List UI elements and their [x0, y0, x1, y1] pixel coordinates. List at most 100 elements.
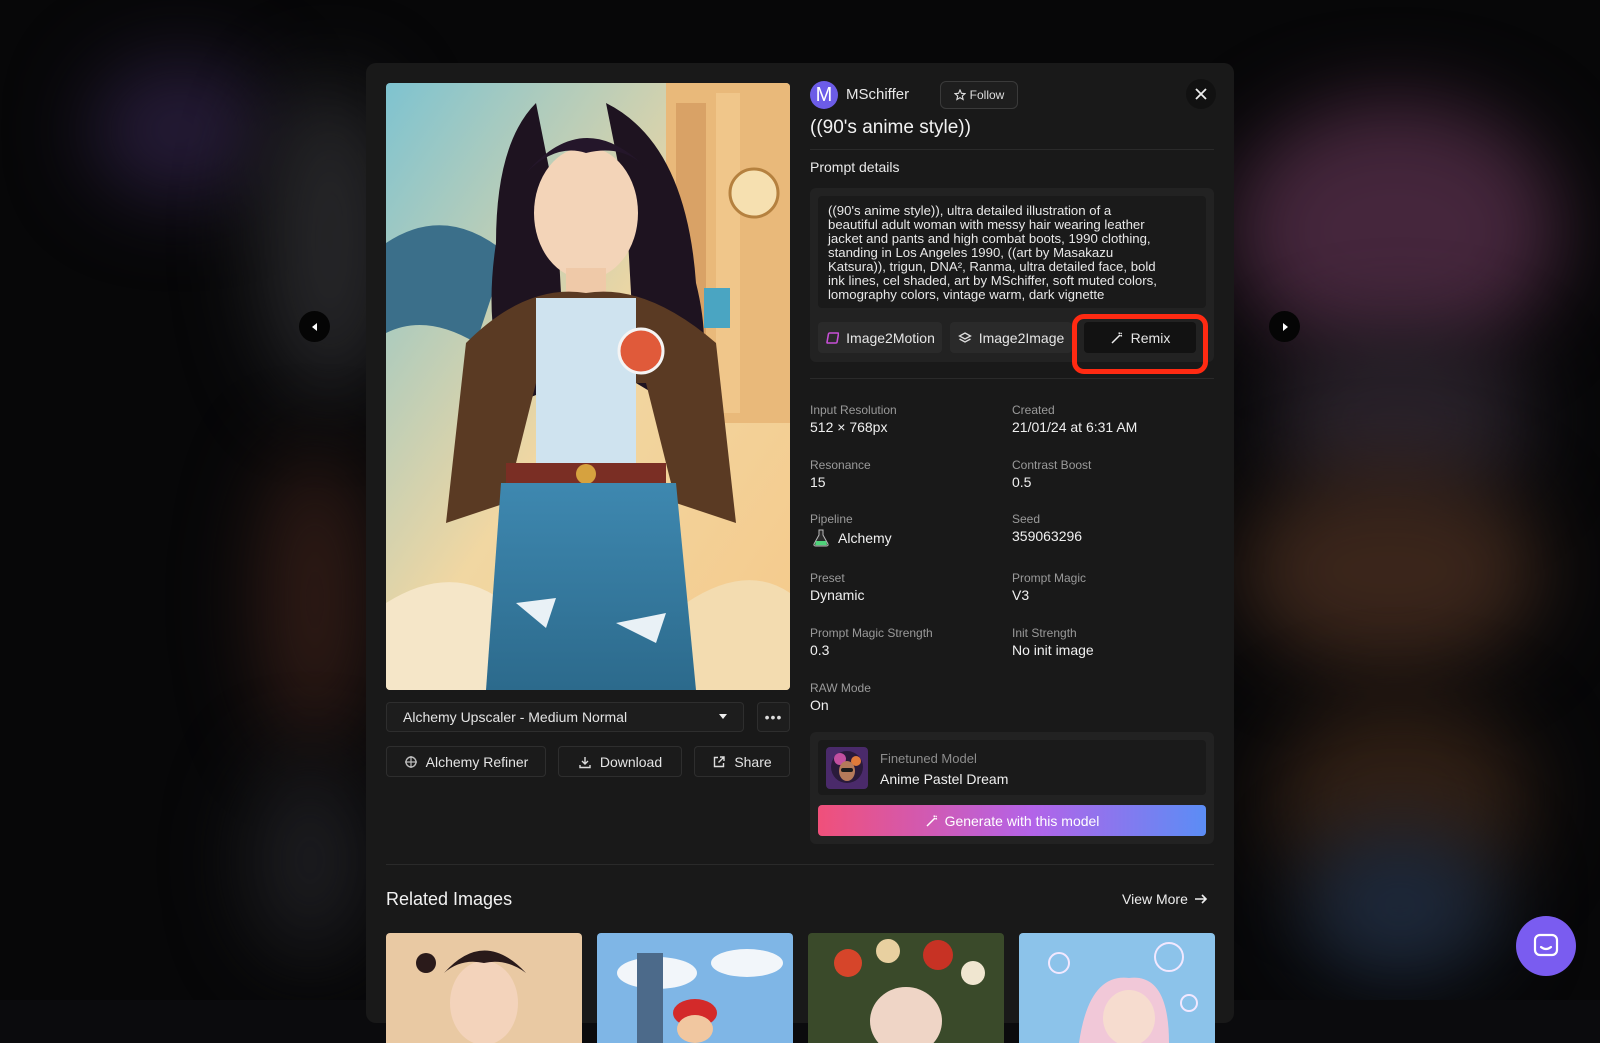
- pipeline-value-row: Alchemy: [810, 527, 1000, 549]
- divider: [810, 149, 1214, 150]
- init-strength-label: Init Strength: [1012, 626, 1077, 640]
- share-label: Share: [734, 753, 772, 770]
- prompt-line: ((90's anime style)), ultra detailed ill…: [828, 203, 1112, 218]
- prompt-magic-strength-value: 0.3: [810, 642, 830, 658]
- ellipsis-icon: •••: [764, 709, 783, 725]
- download-label: Download: [599, 753, 663, 770]
- seed-item: Seed 359063296: [1012, 512, 1202, 545]
- prompt-line: ink lines, cel shaded, art by MSchiffer,…: [828, 273, 1157, 288]
- star-icon: [953, 89, 966, 101]
- model-thumbnail: [826, 747, 868, 789]
- finetuned-model-panel: Finetuned Model Anime Pastel Dream Gener…: [810, 732, 1214, 844]
- prompt-magic-item: Prompt Magic V3: [1012, 571, 1202, 604]
- view-more-label: View More: [1122, 891, 1188, 907]
- share-button[interactable]: Share: [694, 746, 790, 777]
- preset-item: Preset Dynamic: [810, 571, 1000, 604]
- image2motion-label: Image2Motion: [846, 329, 935, 346]
- previous-image-button[interactable]: [299, 311, 330, 342]
- close-button[interactable]: [1186, 79, 1216, 109]
- download-icon: [579, 756, 591, 768]
- arrow-right-icon: [1194, 894, 1208, 904]
- created-value: 21/01/24 at 6:31 AM: [1012, 419, 1138, 435]
- preset-label: Preset: [810, 571, 845, 585]
- refiner-icon: [404, 755, 417, 768]
- resonance-value: 15: [810, 474, 826, 490]
- preset-value: Dynamic: [810, 587, 865, 603]
- upscaler-selected-value: Alchemy Upscaler - Medium Normal: [403, 709, 628, 725]
- pipeline-value: Alchemy: [838, 530, 892, 546]
- pipeline-item: Pipeline Alchemy: [810, 512, 1000, 549]
- generate-label: Generate with this model: [944, 812, 1100, 829]
- finetuned-model-name: Anime Pastel Dream: [880, 771, 1009, 787]
- related-image-thumbnail[interactable]: [597, 933, 793, 1043]
- prompt-magic-strength-item: Prompt Magic Strength 0.3: [810, 626, 1000, 659]
- divider: [386, 864, 1214, 865]
- init-strength-value: No init image: [1012, 642, 1094, 658]
- finetuned-model-card[interactable]: Finetuned Model Anime Pastel Dream: [818, 740, 1206, 795]
- created-item: Created 21/01/24 at 6:31 AM: [1012, 403, 1202, 436]
- related-image-thumbnail[interactable]: [808, 933, 1004, 1043]
- raw-mode-label: RAW Mode: [810, 681, 871, 695]
- image2image-label: Image2Image: [978, 329, 1065, 346]
- image-detail-modal: Alchemy Upscaler - Medium Normal ••• Alc…: [366, 63, 1234, 1043]
- init-strength-item: Init Strength No init image: [1012, 626, 1202, 659]
- author-name[interactable]: MSchiffer: [846, 86, 909, 103]
- remix-highlight-annotation: [1072, 314, 1208, 374]
- download-button[interactable]: Download: [558, 746, 682, 777]
- alchemy-refiner-label: Alchemy Refiner: [425, 753, 529, 770]
- image2image-button[interactable]: Image2Image: [950, 322, 1072, 353]
- view-more-link[interactable]: View More: [1122, 891, 1208, 907]
- magic-wand-icon: [926, 814, 937, 827]
- author-avatar[interactable]: M: [810, 81, 838, 109]
- image2motion-button[interactable]: Image2Motion: [818, 322, 942, 353]
- next-image-button[interactable]: [1269, 311, 1300, 342]
- upscaler-select[interactable]: Alchemy Upscaler - Medium Normal: [386, 702, 744, 732]
- raw-mode-item: RAW Mode On: [810, 681, 1000, 714]
- related-image-thumbnail[interactable]: [386, 933, 582, 1043]
- prompt-text[interactable]: ((90's anime style)), ultra detailed ill…: [818, 196, 1206, 308]
- divider: [810, 378, 1214, 379]
- input-resolution-item: Input Resolution 512 × 768px: [810, 403, 1000, 436]
- prompt-line: lomography colors, vintage warm, dark vi…: [828, 287, 1105, 302]
- alchemy-flask-icon: [813, 529, 829, 547]
- contrast-boost-item: Contrast Boost 0.5: [1012, 458, 1202, 491]
- chat-support-button[interactable]: [1516, 916, 1576, 976]
- alchemy-refiner-button[interactable]: Alchemy Refiner: [386, 746, 546, 777]
- related-image-thumbnail[interactable]: [1019, 933, 1215, 1043]
- pipeline-label: Pipeline: [810, 512, 853, 526]
- raw-mode-value: On: [810, 697, 829, 713]
- follow-button[interactable]: Follow: [940, 81, 1018, 109]
- contrast-boost-value: 0.5: [1012, 474, 1032, 490]
- caret-right-icon: [1282, 322, 1288, 331]
- input-resolution-label: Input Resolution: [810, 403, 897, 417]
- dropdown-caret-icon: [719, 714, 727, 719]
- related-images-title: Related Images: [386, 889, 513, 909]
- contrast-boost-label: Contrast Boost: [1012, 458, 1092, 472]
- prompt-line: beautiful adult woman with messy hair we…: [828, 217, 1145, 232]
- prompt-line: Katsura)), trigun, DNA², Ranma, ultra de…: [828, 259, 1156, 274]
- motion-icon: [826, 331, 840, 344]
- prompt-magic-strength-label: Prompt Magic Strength: [810, 626, 933, 640]
- layers-icon: [957, 331, 972, 343]
- finetuned-model-label: Finetuned Model: [880, 751, 977, 766]
- close-icon: [1195, 88, 1207, 100]
- prompt-panel: ((90's anime style)), ultra detailed ill…: [810, 188, 1214, 374]
- generate-with-model-button[interactable]: Generate with this model: [818, 805, 1206, 836]
- more-options-button[interactable]: •••: [757, 702, 790, 732]
- caret-left-icon: [311, 322, 317, 331]
- created-label: Created: [1012, 403, 1055, 417]
- resonance-label: Resonance: [810, 458, 871, 472]
- prompt-magic-label: Prompt Magic: [1012, 571, 1087, 585]
- seed-value[interactable]: 359063296: [1012, 527, 1202, 545]
- share-icon: [714, 755, 726, 767]
- seed-label: Seed: [1012, 512, 1041, 526]
- follow-label: Follow: [969, 88, 1005, 102]
- image-title: ((90's anime style)): [810, 117, 971, 138]
- chat-icon: [1533, 933, 1559, 957]
- generated-image[interactable]: [386, 83, 790, 690]
- prompt-line: jacket and pants and high combat boots, …: [828, 231, 1151, 246]
- prompt-magic-value: V3: [1012, 587, 1030, 603]
- input-resolution-value: 512 × 768px: [810, 419, 888, 435]
- avatar-initial: M: [815, 83, 833, 106]
- prompt-line: standing in Los Angeles 1990, ((art by M…: [828, 245, 1114, 260]
